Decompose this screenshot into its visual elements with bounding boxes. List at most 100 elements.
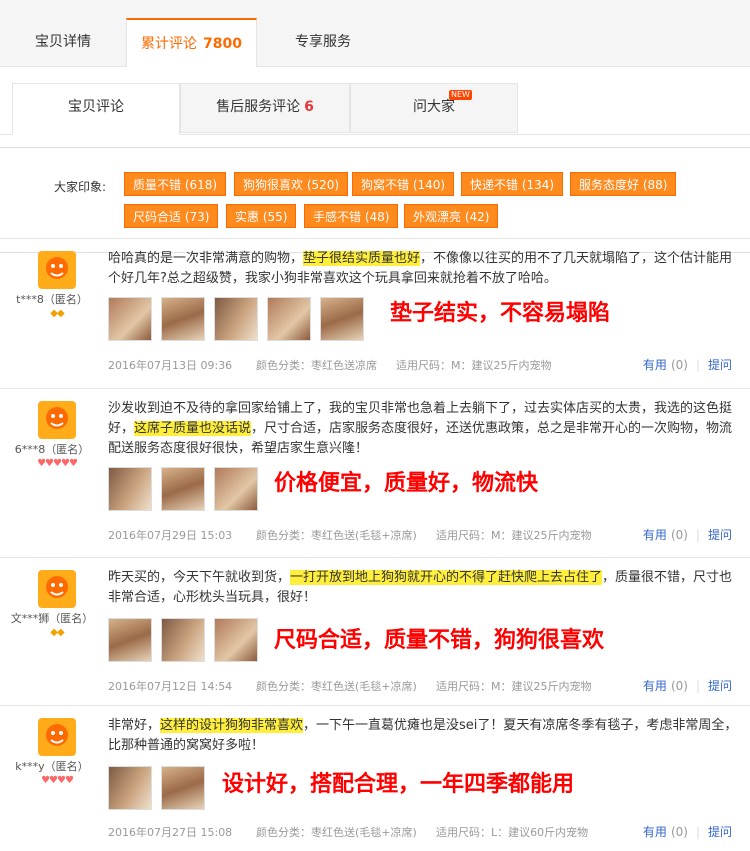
review-photo[interactable]: [161, 467, 205, 511]
user-name: 文***狮（匿名）: [10, 612, 94, 625]
review-text: 非常好，这样的设计狗狗非常喜欢，一下午一直葛优瘫也是没sei了！夏天有凉席冬季有…: [108, 716, 740, 756]
review-color: 颜色分类：枣红色送(毛毯+凉席): [256, 826, 417, 839]
review-photo[interactable]: [108, 766, 152, 810]
review-photo[interactable]: [161, 297, 205, 341]
review-photos: [108, 618, 267, 665]
user-level-badges: ♥♥♥♥♥: [37, 458, 78, 469]
review-photo[interactable]: [320, 297, 364, 341]
review-date: 2016年07月29日 15:03: [108, 529, 233, 542]
review-text: 昨天买的，今天下午就收到货，一打开放到地上狗狗就开心的不得了赶快爬上去占住了，质…: [108, 568, 740, 608]
subtab-ask-everyone[interactable]: 问大家 NEW: [350, 83, 518, 133]
impression-tag[interactable]: 外观漂亮 (42): [404, 204, 499, 228]
tab-service[interactable]: 专享服务: [258, 18, 388, 66]
review-photo[interactable]: [108, 618, 152, 662]
aftersale-count: 6: [304, 99, 314, 115]
review-size: 适用尺码：L：建议60斤内宠物: [436, 826, 589, 839]
impression-tag[interactable]: 快递不错 (134): [461, 172, 564, 196]
impression-tag[interactable]: 服务态度好 (88): [570, 172, 677, 196]
review-photo[interactable]: [267, 297, 311, 341]
impression-tag[interactable]: 狗狗很喜欢 (520): [234, 172, 349, 196]
review-actions: 有用 (0) | 提问: [643, 526, 732, 543]
ask-button[interactable]: 提问: [708, 825, 732, 839]
user-avatar: [38, 718, 76, 756]
useful-button[interactable]: 有用: [643, 528, 667, 542]
review-count: 7800: [203, 36, 242, 52]
subtab-item-reviews[interactable]: 宝贝评论: [12, 83, 180, 135]
review-text-part: 哈哈真的是一次非常满意的购物，: [108, 251, 304, 266]
review-meta: 2016年07月13日 09:36 颜色分类：枣红色送凉席 适用尺码：M：建议2…: [108, 357, 552, 373]
review-photo[interactable]: [108, 297, 152, 341]
review-date: 2016年07月12日 14:54: [108, 680, 233, 693]
useful-button[interactable]: 有用: [643, 825, 667, 839]
review-item: 文***狮（匿名） ◆◆ 昨天买的，今天下午就收到货，一打开放到地上狗狗就开心的…: [0, 557, 750, 706]
review-color: 颜色分类：枣红色送凉席: [256, 359, 377, 372]
review-summary: 尺码合适，质量不错，狗狗很喜欢: [274, 628, 605, 653]
review-summary: 设计好，搭配合理，一年四季都能用: [222, 772, 575, 797]
tab-item-details[interactable]: 宝贝详情: [0, 18, 126, 66]
review-item: t***8（匿名） ◆◆ 哈哈真的是一次非常满意的购物，垫子很结实质量也好，不像…: [0, 238, 750, 389]
divider: |: [695, 528, 700, 542]
review-photo[interactable]: [161, 618, 205, 662]
ask-button[interactable]: 提问: [708, 528, 732, 542]
impression-tag[interactable]: 尺码合适 (73): [124, 204, 219, 228]
review-photo[interactable]: [214, 297, 258, 341]
review-photos: [108, 297, 373, 344]
review-meta: 2016年07月27日 15:08 颜色分类：枣红色送(毛毯+凉席) 适用尺码：…: [108, 824, 588, 840]
review-meta: 2016年07月12日 14:54 颜色分类：枣红色送(毛毯+凉席) 适用尺码：…: [108, 678, 592, 694]
top-tab-bar: 宝贝详情 累计评论 7800 专享服务: [0, 0, 750, 67]
divider: |: [695, 679, 700, 693]
subtab-aftersale-label: 售后服务评论: [216, 99, 301, 115]
review-size: 适用尺码：M：建议25斤内宠物: [436, 680, 592, 693]
impression-tag[interactable]: 实惠 (55): [226, 204, 297, 228]
user-name: t***8（匿名）: [16, 293, 88, 306]
ask-button[interactable]: 提问: [708, 679, 732, 693]
impression-tag[interactable]: 狗窝不错 (140): [352, 172, 455, 196]
review-text-part: 昨天买的，今天下午就收到货，: [108, 570, 291, 585]
review-photos: [108, 467, 267, 514]
review-highlight: 垫子很结实质量也好: [303, 251, 421, 266]
user-level-badges: ♥♥♥♥: [41, 775, 74, 786]
review-size: 适用尺码：M：建议25斤内宠物: [396, 359, 552, 372]
user-name: k***y（匿名）: [15, 760, 89, 773]
review-highlight: 这席子质量也没话说: [134, 421, 252, 436]
useful-button[interactable]: 有用: [643, 358, 667, 372]
review-photo[interactable]: [214, 467, 258, 511]
user-level-badges: ◆◆: [50, 308, 64, 319]
review-actions: 有用 (0) | 提问: [643, 356, 732, 373]
review-color: 颜色分类：枣红色送(毛毯+凉席): [256, 680, 417, 693]
review-date: 2016年07月13日 09:36: [108, 359, 233, 372]
review-highlight: 这样的设计狗狗非常喜欢: [160, 718, 304, 733]
divider: |: [695, 825, 700, 839]
review-actions: 有用 (0) | 提问: [643, 823, 732, 840]
subtab-ask-label: 问大家: [413, 99, 455, 115]
review-meta: 2016年07月29日 15:03 颜色分类：枣红色送(毛毯+凉席) 适用尺码：…: [108, 527, 592, 543]
impression-tag[interactable]: 质量不错 (618): [124, 172, 227, 196]
divider: |: [695, 358, 700, 372]
review-text: 沙发收到迫不及待的拿回家给铺上了，我的宝贝非常也急着上去躺下了，过去实体店买的太…: [108, 399, 740, 459]
review-text-part: 非常好，: [108, 718, 161, 733]
tab-reviews[interactable]: 累计评论 7800: [126, 18, 257, 67]
user-avatar: [38, 401, 76, 439]
user-level-badges: ◆◆: [50, 627, 64, 638]
new-badge: NEW: [449, 90, 472, 100]
sub-tab-bar: 宝贝评论 售后服务评论 6 问大家 NEW: [0, 81, 750, 135]
review-photo[interactable]: [108, 467, 152, 511]
useful-count: (0): [670, 825, 688, 839]
review-size: 适用尺码：M：建议25斤内宠物: [436, 529, 592, 542]
ask-button[interactable]: 提问: [708, 358, 732, 372]
impressions-label: 大家印象:: [54, 180, 107, 194]
impression-tag[interactable]: 手感不错 (48): [304, 204, 399, 228]
review-summary: 垫子结实，不容易塌陷: [390, 301, 611, 326]
useful-count: (0): [670, 528, 688, 542]
review-date: 2016年07月27日 15:08: [108, 826, 233, 839]
review-photo[interactable]: [214, 618, 258, 662]
review-item: k***y（匿名） ♥♥♥♥ 非常好，这样的设计狗狗非常喜欢，一下午一直葛优瘫也…: [0, 705, 750, 851]
user-avatar: [38, 570, 76, 608]
review-actions: 有用 (0) | 提问: [643, 677, 732, 694]
review-photo[interactable]: [161, 766, 205, 810]
tab-reviews-label: 累计评论: [141, 36, 198, 52]
user-name: 6***8（匿名）: [14, 443, 90, 456]
subtab-aftersale-reviews[interactable]: 售后服务评论 6: [180, 83, 350, 133]
user-avatar: [38, 251, 76, 289]
useful-button[interactable]: 有用: [643, 679, 667, 693]
